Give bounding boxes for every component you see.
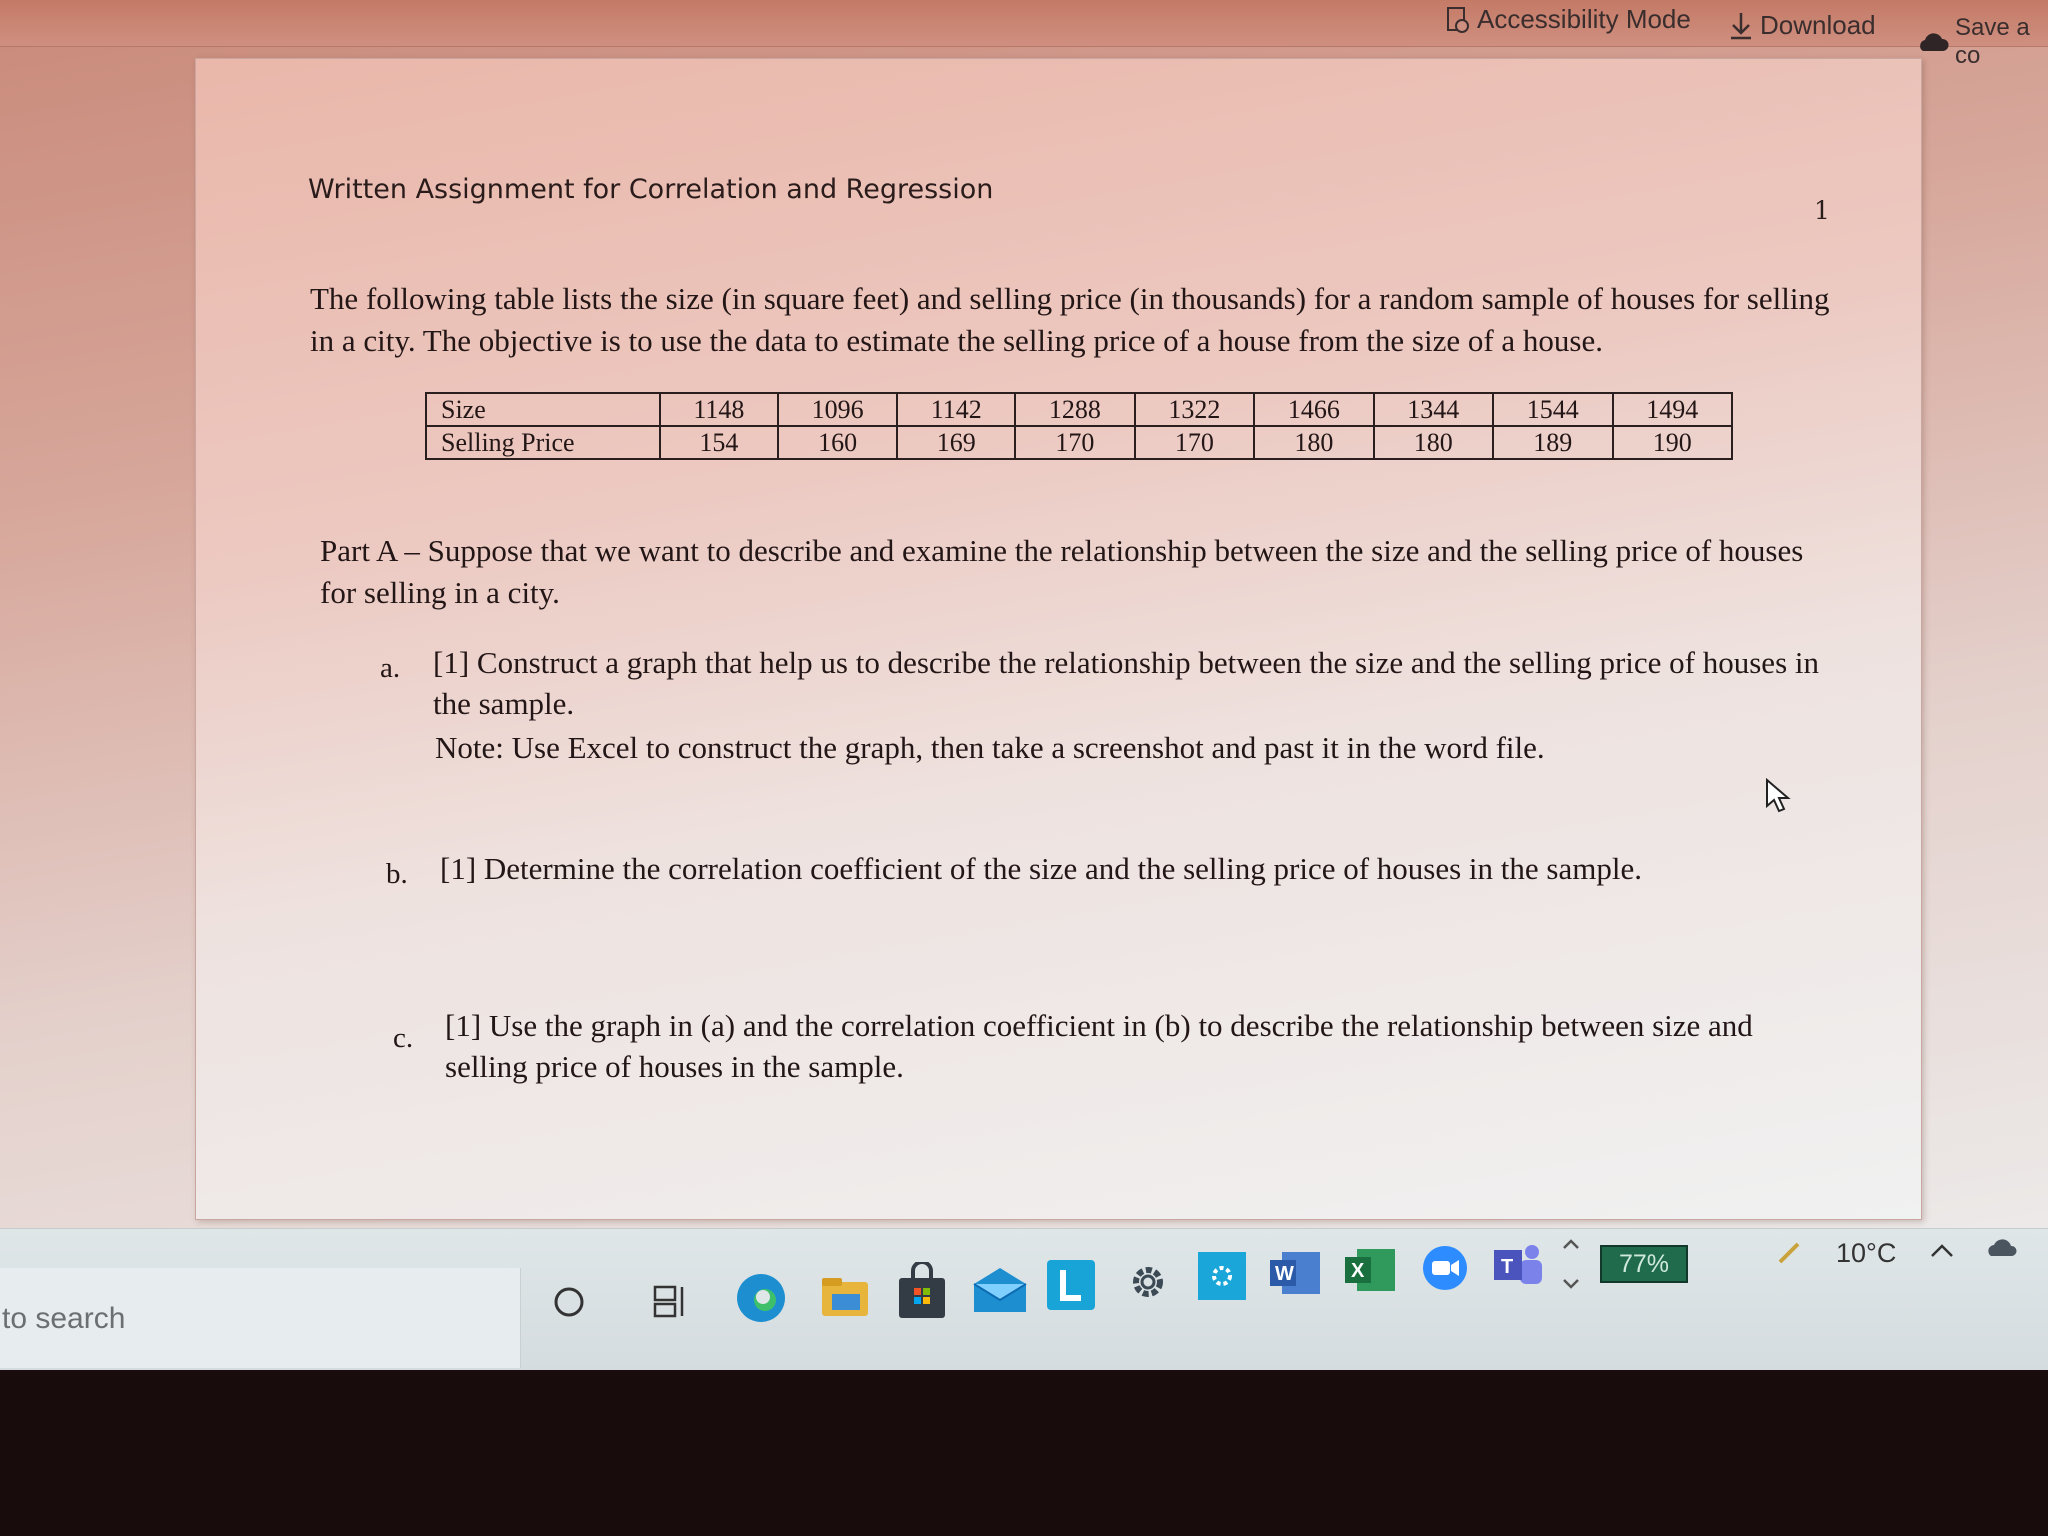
table-cell: 170 [1133, 425, 1256, 460]
question-b-text: [1] Determine the correlation coefficien… [440, 851, 1642, 886]
file-explorer-icon[interactable] [818, 1268, 874, 1324]
part-a-paragraph: Part A – Suppose that we want to describ… [320, 533, 1804, 610]
monitor-bezel [0, 1370, 2048, 1536]
table-row: Size 1148 1096 1142 1288 1322 1466 1344 … [425, 392, 1733, 427]
table-cell: 160 [776, 425, 899, 460]
l-app-icon[interactable] [1045, 1258, 1099, 1314]
table-cell: 169 [896, 425, 1017, 460]
table-row: Selling Price 154 160 169 170 170 180 18… [425, 425, 1733, 460]
task-view-icon[interactable] [652, 1283, 688, 1319]
pen-icon[interactable] [1776, 1236, 1806, 1266]
table-cell: 1544 [1492, 392, 1614, 427]
table-cell: 1096 [776, 392, 899, 427]
table-cell: 154 [659, 425, 779, 460]
search-placeholder: to search [2, 1302, 126, 1335]
weather-temperature[interactable]: 10°C [1836, 1238, 1896, 1269]
table-cell: 170 [1014, 425, 1136, 460]
cortana-icon[interactable] [552, 1285, 586, 1319]
table-cell: 1344 [1372, 392, 1495, 427]
save-button[interactable]: Save a co [1915, 14, 2048, 70]
settings-icon[interactable] [1124, 1258, 1172, 1306]
mail-icon[interactable] [970, 1262, 1030, 1320]
excel-icon[interactable]: X [1343, 1245, 1397, 1295]
battery-indicator[interactable]: 77% [1600, 1245, 1688, 1283]
table-cell: 1288 [1014, 392, 1136, 427]
question-a-text: [1] Construct a graph that help us to de… [433, 645, 1819, 721]
svg-text:X: X [1351, 1260, 1365, 1282]
intro-paragraph: The following table lists the size (in s… [310, 281, 1830, 358]
table-cell: 190 [1611, 425, 1733, 460]
accessibility-icon [1447, 6, 1469, 33]
table-cell: 180 [1253, 425, 1375, 460]
teams-icon[interactable]: T [1490, 1240, 1546, 1290]
table-cell: 1142 [896, 392, 1017, 427]
edge-icon[interactable] [733, 1270, 789, 1326]
table-row-label: Size [425, 392, 661, 427]
chevron-up-icon[interactable] [1928, 1240, 1956, 1262]
store-icon[interactable] [893, 1262, 951, 1322]
taskbar-scroll-icon[interactable] [1560, 1232, 1582, 1296]
download-button[interactable]: Download [1728, 10, 1876, 41]
header-title: Written Assignment for Correlation and R… [308, 174, 994, 205]
question-a-letter: a. [380, 652, 401, 684]
screen: Accessibility Mode Download Save a co Wr… [0, 0, 2048, 1370]
zoom-icon[interactable] [1420, 1243, 1470, 1293]
save-label: Save a co [1955, 14, 2030, 69]
table-cell: 1494 [1611, 392, 1733, 427]
svg-text:T: T [1501, 1256, 1513, 1278]
word-icon[interactable]: W [1268, 1248, 1322, 1298]
page-number: 1 [1814, 196, 1830, 225]
download-label: Download [1760, 10, 1876, 40]
svg-text:W: W [1275, 1263, 1294, 1285]
cloud-icon [1920, 33, 1949, 51]
question-c-letter: c. [393, 1022, 414, 1054]
question-c-text: [1] Use the graph in (a) and the correla… [445, 1008, 1753, 1084]
download-icon [1731, 12, 1751, 39]
table-cell: 189 [1492, 425, 1614, 460]
data-table: Size 1148 1096 1142 1288 1322 1466 1344 … [425, 392, 1733, 460]
control-panel-icon[interactable] [1196, 1250, 1248, 1302]
viewer-toolbar: Accessibility Mode Download Save a co [0, 0, 2048, 69]
table-row-label: Selling Price [425, 425, 661, 460]
question-b-letter: b. [386, 858, 408, 890]
table-cell: 180 [1372, 425, 1495, 460]
onedrive-icon[interactable] [1984, 1232, 2018, 1260]
table-cell: 1466 [1253, 392, 1375, 427]
accessibility-mode-label: Accessibility Mode [1477, 4, 1691, 34]
mouse-pointer-icon [1766, 778, 1791, 813]
table-cell: 1322 [1133, 392, 1256, 427]
question-a-note: Note: Use Excel to construct the graph, … [435, 730, 1545, 765]
accessibility-mode-button[interactable]: Accessibility Mode [1445, 4, 1691, 35]
table-cell: 1148 [659, 392, 779, 427]
